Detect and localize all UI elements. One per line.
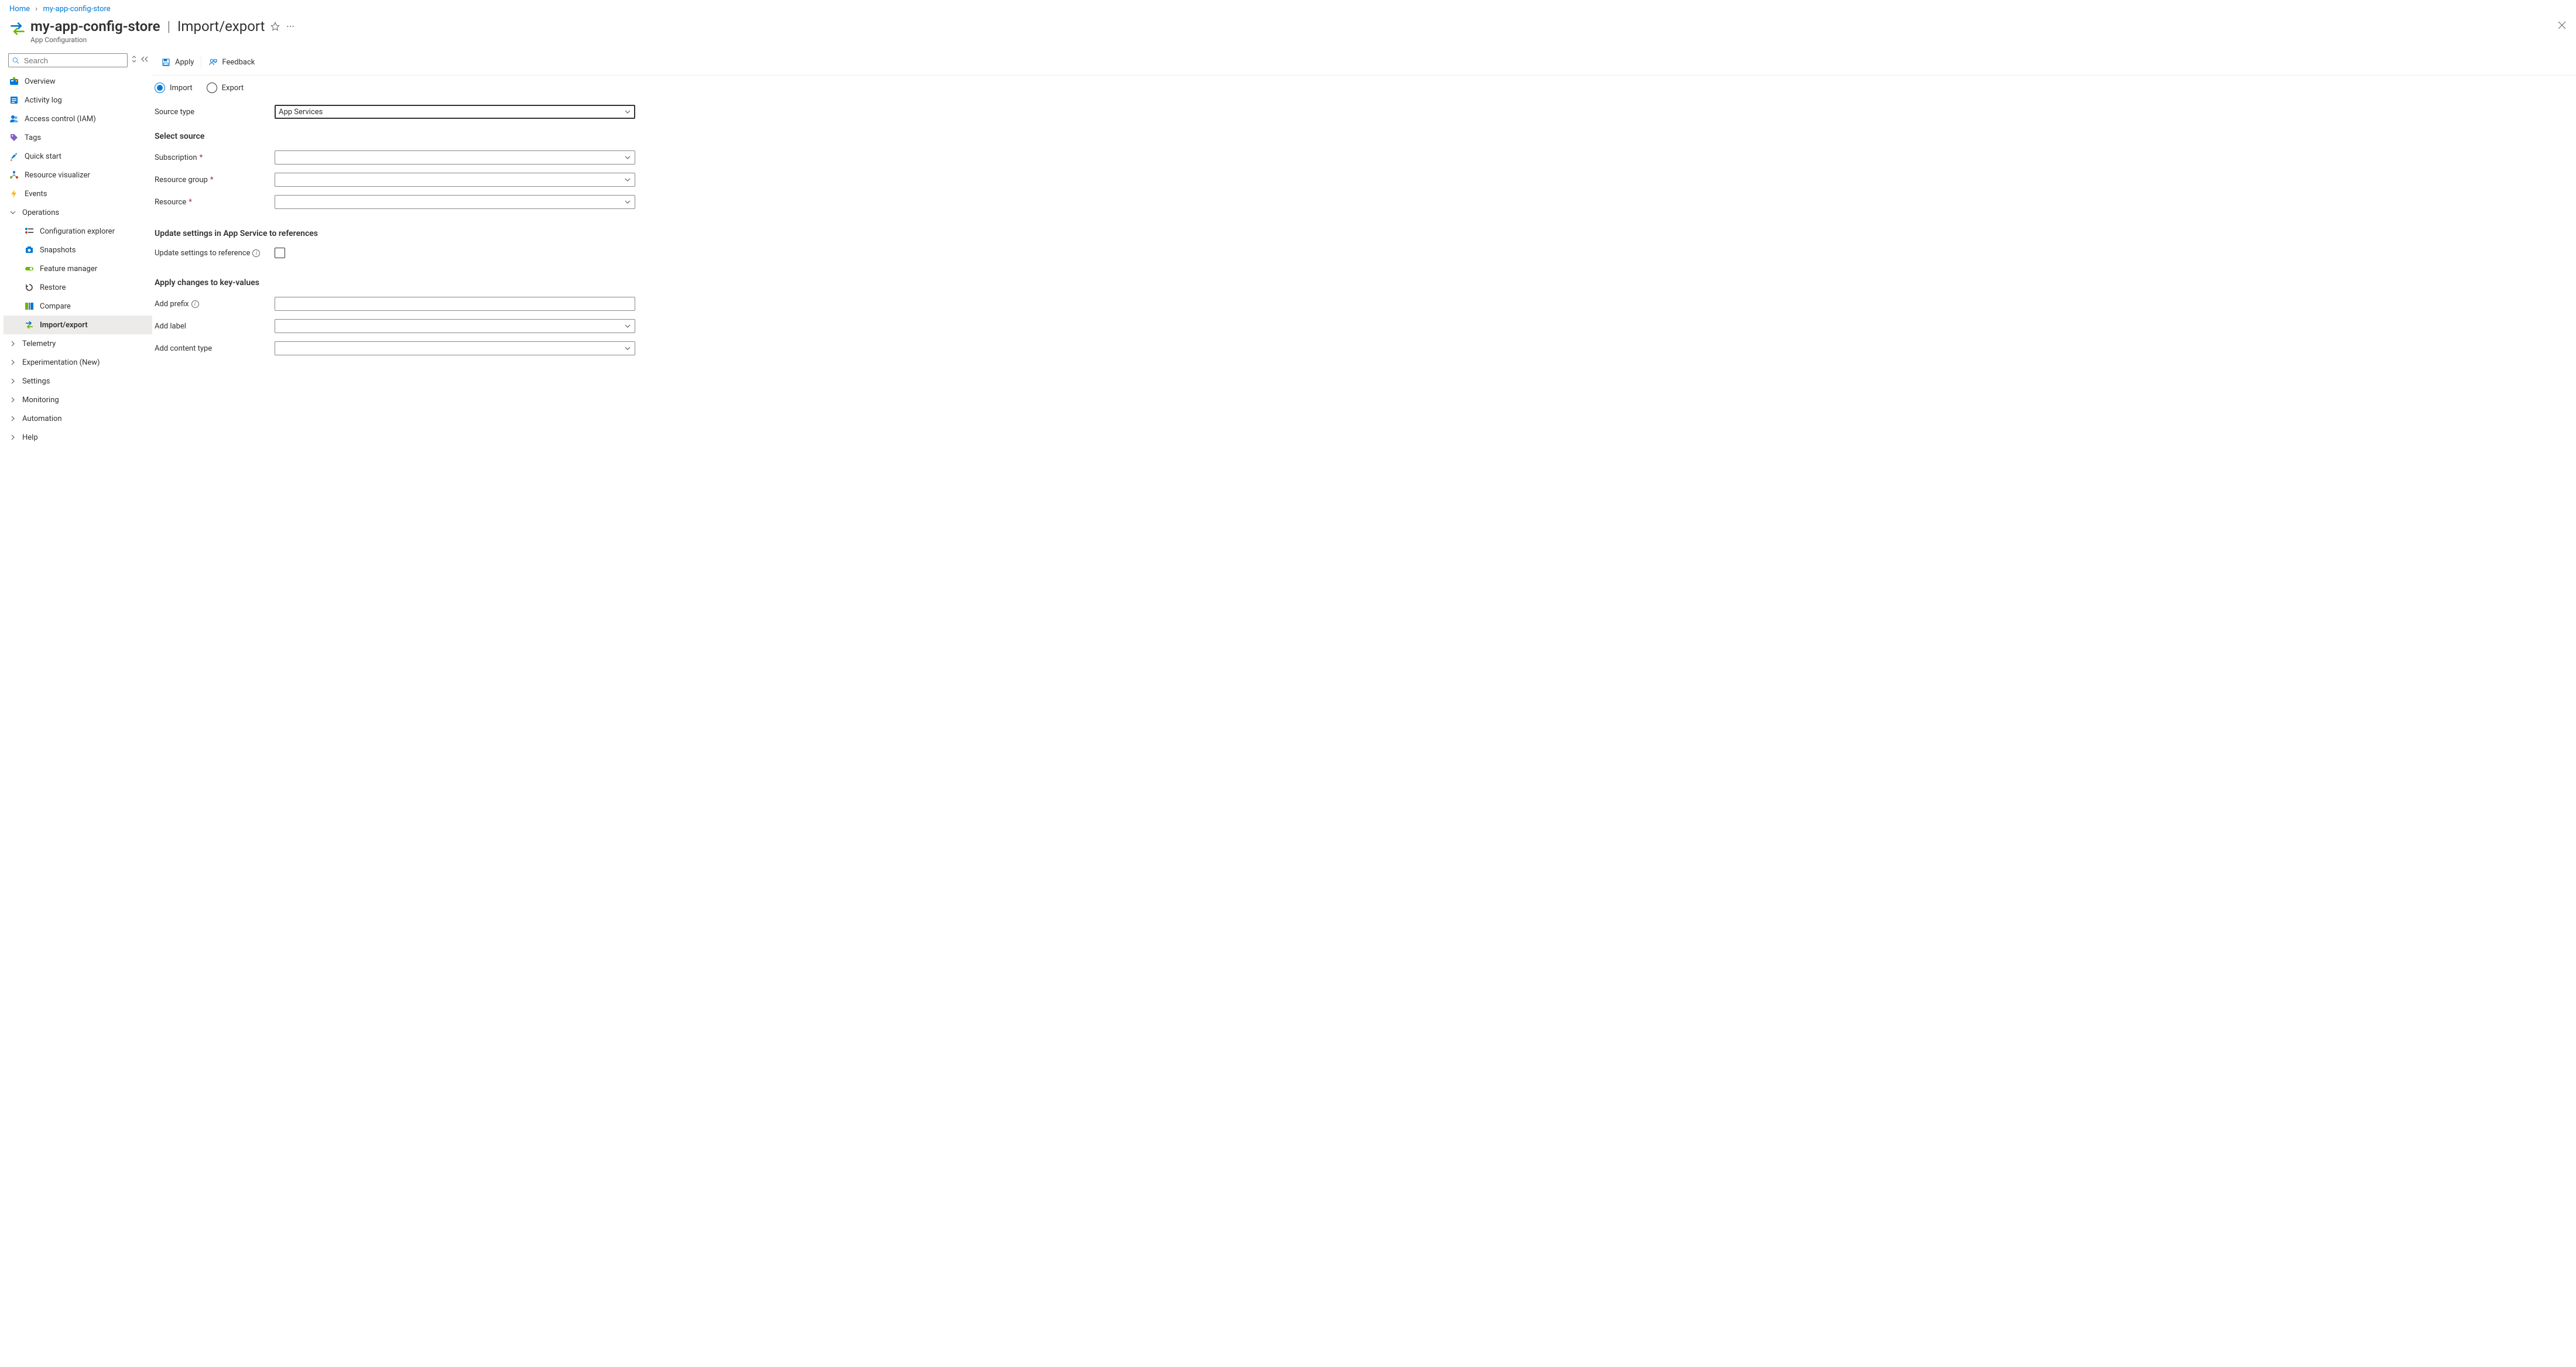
sidebar-group-help[interactable]: Help (4, 428, 152, 447)
main-content: Apply Feedback Import Export (152, 50, 2576, 458)
source-type-dropdown[interactable]: App Services (275, 105, 635, 119)
radio-unchecked-icon (207, 83, 217, 93)
source-type-label: Source type (155, 108, 275, 117)
sidebar-group-telemetry[interactable]: Telemetry (4, 334, 152, 353)
radio-export[interactable]: Export (207, 83, 244, 93)
sidebar-item-config-explorer[interactable]: Configuration explorer (4, 222, 152, 241)
search-icon (12, 57, 19, 64)
breadcrumb-home[interactable]: Home (9, 5, 30, 13)
collapse-sidebar-icon[interactable] (141, 55, 149, 66)
sidebar-group-monitoring[interactable]: Monitoring (4, 390, 152, 409)
search-input[interactable] (23, 56, 124, 66)
radio-import[interactable]: Import (155, 83, 193, 93)
sidebar-item-resource-visualizer[interactable]: Resource visualizer (4, 166, 152, 184)
sidebar-search[interactable] (8, 53, 128, 67)
more-icon[interactable] (286, 22, 295, 31)
update-reference-label: Update settings to reference i (155, 249, 275, 258)
chevron-right-icon (9, 340, 16, 347)
sidebar-group-automation[interactable]: Automation (4, 409, 152, 428)
chevron-right-icon (9, 415, 16, 422)
overview-icon (9, 77, 19, 86)
add-label-dropdown[interactable] (275, 319, 635, 333)
feedback-button[interactable]: Feedback (201, 53, 262, 72)
chevron-right-icon (9, 378, 16, 385)
sidebar-item-snapshots[interactable]: Snapshots (4, 241, 152, 259)
chevron-down-icon (624, 198, 631, 205)
sidebar-item-overview[interactable]: Overview (4, 72, 152, 91)
subscription-label: Subscription* (155, 153, 275, 162)
sidebar-item-import-export[interactable]: Import/export (4, 316, 152, 334)
save-icon (162, 58, 170, 67)
favorite-star-icon[interactable] (270, 22, 280, 31)
service-label: App Configuration (30, 36, 2567, 44)
info-icon[interactable]: i (252, 249, 260, 257)
feedback-icon (208, 58, 217, 67)
close-button[interactable] (2557, 20, 2567, 32)
chevron-down-icon (624, 323, 631, 330)
section-apply-changes: Apply changes to key-values (155, 278, 850, 287)
add-label-label: Add label (155, 322, 275, 331)
breadcrumb-resource[interactable]: my-app-config-store (43, 5, 110, 13)
quick-start-icon (9, 152, 19, 161)
tags-icon (9, 133, 19, 142)
breadcrumb: Home › my-app-config-store (0, 0, 2576, 16)
import-export-radio-group: Import Export (155, 83, 850, 93)
resource-dropdown[interactable] (275, 195, 635, 209)
info-icon[interactable]: i (191, 300, 199, 308)
resource-group-dropdown[interactable] (275, 173, 635, 187)
subscription-dropdown[interactable] (275, 150, 635, 165)
import-export-small-icon (25, 320, 34, 330)
sidebar-group-experimentation[interactable]: Experimentation (New) (4, 353, 152, 372)
chevron-right-icon (9, 396, 16, 403)
sidebar-item-compare[interactable]: Compare (4, 297, 152, 316)
add-content-type-label: Add content type (155, 344, 275, 353)
sidebar-item-access-control[interactable]: Access control (IAM) (4, 109, 152, 128)
sidebar-item-feature-manager[interactable]: Feature manager (4, 259, 152, 278)
config-explorer-icon (25, 227, 34, 236)
radio-checked-icon (155, 83, 165, 93)
chevron-down-icon (624, 176, 631, 183)
toolbar: Apply Feedback (152, 50, 2576, 76)
import-export-icon (9, 20, 26, 37)
chevron-down-icon (624, 345, 631, 352)
resource-label: Resource* (155, 198, 275, 207)
sidebar: Overview Activity log Access control (IA… (0, 50, 152, 458)
feature-manager-icon (25, 264, 34, 273)
sidebar-group-settings[interactable]: Settings (4, 372, 152, 390)
chevron-down-icon (624, 154, 631, 161)
resource-group-label: Resource group* (155, 176, 275, 184)
activity-log-icon (9, 95, 19, 105)
sidebar-item-tags[interactable]: Tags (4, 128, 152, 147)
section-select-source: Select source (155, 132, 850, 141)
apply-button[interactable]: Apply (155, 53, 201, 72)
access-control-icon (9, 114, 19, 124)
snapshots-icon (25, 245, 34, 255)
section-update-settings: Update settings in App Service to refere… (155, 229, 850, 238)
page-header: my-app-config-store | Import/export App … (0, 16, 2576, 50)
add-content-type-dropdown[interactable] (275, 341, 635, 355)
restore-icon (25, 283, 34, 292)
sidebar-item-activity-log[interactable]: Activity log (4, 91, 152, 109)
chevron-right-icon (9, 434, 16, 441)
events-icon (9, 189, 19, 198)
chevron-right-icon (9, 359, 16, 366)
compare-icon (25, 302, 34, 311)
chevron-down-icon (9, 209, 16, 216)
expand-collapse-icon[interactable] (131, 55, 137, 66)
page-title: my-app-config-store | Import/export (30, 18, 2567, 35)
chevron-down-icon (624, 108, 631, 115)
sidebar-group-operations[interactable]: Operations (4, 203, 152, 222)
chevron-right-icon: › (35, 5, 37, 13)
sidebar-item-events[interactable]: Events (4, 184, 152, 203)
sidebar-item-quick-start[interactable]: Quick start (4, 147, 152, 166)
sidebar-item-restore[interactable]: Restore (4, 278, 152, 297)
update-reference-checkbox[interactable] (275, 248, 285, 258)
add-prefix-input[interactable] (275, 297, 635, 311)
add-prefix-label: Add prefix i (155, 300, 275, 309)
resource-visualizer-icon (9, 170, 19, 180)
